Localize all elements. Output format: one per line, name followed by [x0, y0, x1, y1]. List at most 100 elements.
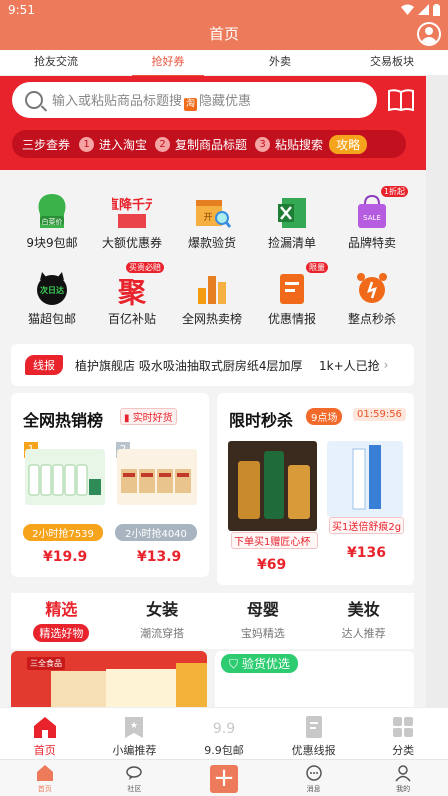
avatar[interactable] — [417, 22, 441, 46]
category-grid-icon — [390, 714, 416, 740]
alarm-clock-icon — [352, 268, 392, 308]
product-price: ¥19.9 — [43, 549, 88, 565]
wifi-icon — [401, 4, 414, 15]
deal-ticker[interactable]: 线报 植护旗舰店 吸水吸油抽取式厨房纸4层加厚 1k+人已抢 › — [11, 344, 414, 386]
grid-icon-text: 直降千元 — [112, 197, 152, 213]
grid-icon-text: 次日达 — [40, 285, 64, 295]
grid-item-bargain-list[interactable]: 捡漏清单 — [252, 192, 332, 251]
grid-item-inspect[interactable]: 开 爆款验货 — [172, 192, 252, 251]
step-2-label: 复制商品标题 — [175, 137, 248, 152]
app-root: { "status": {"time": "9:51"}, "header": … — [0, 0, 448, 796]
grid-item-cat-market[interactable]: 次日达 猫超包邮 — [12, 268, 92, 327]
taobao-badge: 淘 — [184, 97, 198, 111]
product-price: ¥69 — [257, 557, 287, 573]
promo-label: 下单买1赠匠心杯 — [231, 532, 318, 549]
nav2-publish[interactable]: + — [179, 760, 269, 796]
product-image[interactable] — [117, 449, 197, 505]
green-house-icon: 白菜价 — [32, 192, 72, 232]
category-baby[interactable]: 母婴 宝妈精选 — [213, 593, 314, 649]
feature-grid: 白菜价 9块9包邮 直降千元 大额优惠券 开 爆款验货 捡漏清单 SALE 1折起… — [0, 170, 426, 336]
category-featured[interactable]: 精选 精选好物 — [11, 593, 112, 649]
nav-deal-notes[interactable]: 优惠线报 — [269, 708, 359, 759]
step-1-label: 进入淘宝 — [99, 137, 148, 152]
coupon-note-icon — [301, 714, 327, 740]
flash-session: 9点场 — [306, 408, 343, 425]
search-placeholder: 输入或粘贴商品标题搜淘隐藏优惠 — [52, 93, 252, 111]
flash-countdown: 01:59:56 — [353, 408, 406, 421]
chevron-right-icon: › — [383, 358, 389, 372]
grid-item-deal-info[interactable]: 限量 优惠情报 — [252, 262, 332, 327]
svg-text:9.9: 9.9 — [213, 721, 235, 737]
search-input[interactable]: 输入或粘贴商品标题搜淘隐藏优惠 — [12, 82, 377, 118]
verified-tag: ⛉ 验货优选 — [221, 654, 298, 673]
grid-item-nine-nine[interactable]: 白菜价 9块9包邮 — [12, 192, 92, 251]
guide-button[interactable]: 攻略 — [329, 134, 368, 154]
primary-nav: 首页 ★ 小编推荐 9.9 9.9包邮 优惠线报 分类 — [0, 707, 448, 759]
grid-item-brand-sale[interactable]: SALE 1折起 品牌特卖 — [332, 186, 412, 251]
step-2-number: 2 — [155, 136, 171, 152]
nav2-profile[interactable]: 我的 — [358, 760, 448, 796]
sold-count: 2小时抢4040 — [115, 524, 197, 541]
nav2-messages[interactable]: 消息 — [269, 760, 359, 796]
status-icons — [401, 3, 440, 16]
product-image[interactable] — [228, 441, 317, 531]
step-3-number: 3 — [255, 136, 271, 152]
profile-icon — [394, 764, 412, 782]
sold-count: 2小时抢7539 — [23, 524, 103, 541]
grid-item-big-coupon[interactable]: 直降千元 大额优惠券 — [92, 192, 172, 251]
shopping-bag-icon: SALE 1折起 — [352, 186, 408, 232]
big-coupon-icon: 直降千元 — [106, 192, 158, 232]
grid-badge: 买贵必赔 — [126, 262, 164, 273]
battery-icon — [433, 3, 440, 16]
grid-label: 猫超包邮 — [27, 312, 76, 326]
product-price: ¥13.9 — [137, 549, 182, 565]
flash-title: 限时秒杀 — [229, 411, 294, 430]
svg-text:★: ★ — [130, 721, 138, 731]
category-womens[interactable]: 女装 潮流穿搭 — [112, 593, 213, 649]
grid-label: 捡漏清单 — [267, 236, 316, 250]
grid-icon-text: 聚 — [117, 276, 147, 308]
grid-item-hot-rank[interactable]: 全网热卖榜 — [172, 268, 252, 327]
step-1-number: 1 — [79, 136, 95, 152]
hot-title: 全网热销榜 — [23, 411, 104, 430]
product-card[interactable]: 三全食品 — [11, 651, 207, 707]
category-beauty[interactable]: 美妆 达人推荐 — [313, 593, 414, 649]
steps-title: 三步查券 — [22, 137, 71, 152]
top-bar: 首页 — [0, 19, 448, 50]
top-tabs: 抢友交流 抢好券 外卖 交易板块 — [0, 50, 448, 77]
status-time: 9:51 — [8, 2, 35, 17]
page-title: 首页 — [208, 25, 239, 43]
grid-label: 整点秒杀 — [347, 312, 396, 326]
product-image[interactable] — [327, 441, 403, 517]
grid-badge: 限量 — [306, 262, 328, 273]
tab-trade[interactable]: 交易板块 — [336, 50, 448, 75]
nav-categories[interactable]: 分类 — [358, 708, 448, 759]
book-icon[interactable] — [388, 89, 414, 111]
three-steps-bar: 三步查券 1 进入淘宝 2 复制商品标题 3 粘贴搜索 攻略 — [12, 130, 406, 158]
flash-sale-card[interactable]: 限时秒杀 9点场 01:59:56 下单买1赠匠心杯 ¥69 买1送倍舒痕2g … — [217, 393, 414, 585]
nav-nine-nine[interactable]: 9.9 9.9包邮 — [179, 708, 269, 759]
product-card[interactable]: ⛉ 验货优选 — [215, 651, 414, 707]
hot-ranking-card[interactable]: 全网热销榜 ▮ 实时好货 1 2小时抢7539 ¥19.9 2 2小时抢4040… — [11, 393, 209, 577]
grid-item-flash-sale[interactable]: 整点秒杀 — [332, 268, 412, 327]
spreadsheet-icon — [272, 192, 312, 232]
grid-label: 百亿补贴 — [107, 312, 156, 326]
grid-label: 全网热卖榜 — [181, 312, 242, 326]
nav-home[interactable]: 首页 — [0, 708, 90, 759]
status-bar: 9:51 — [0, 0, 448, 19]
nav2-home[interactable]: 首页 — [0, 760, 90, 796]
nav2-community[interactable]: 社区 — [90, 760, 180, 796]
grid-icon-text: SALE — [363, 214, 381, 222]
signal-icon — [418, 4, 429, 15]
message-icon — [305, 764, 323, 782]
tab-coupons[interactable]: 抢好券 — [112, 50, 224, 77]
product-image[interactable] — [25, 449, 105, 505]
nav-editor-picks[interactable]: ★ 小编推荐 — [90, 708, 180, 759]
tab-chat[interactable]: 抢友交流 — [0, 50, 112, 75]
grid-label: 9块9包邮 — [26, 236, 78, 250]
subsidy-icon: 聚 买贵必赔 — [112, 262, 164, 309]
tab-takeout[interactable]: 外卖 — [224, 50, 336, 75]
home-icon — [32, 714, 58, 740]
grid-item-subsidy[interactable]: 聚 买贵必赔 百亿补贴 — [92, 262, 172, 327]
search-section: 输入或粘贴商品标题搜淘隐藏优惠 三步查券 1 进入淘宝 2 复制商品标题 3 粘贴搜索… — [0, 76, 426, 170]
